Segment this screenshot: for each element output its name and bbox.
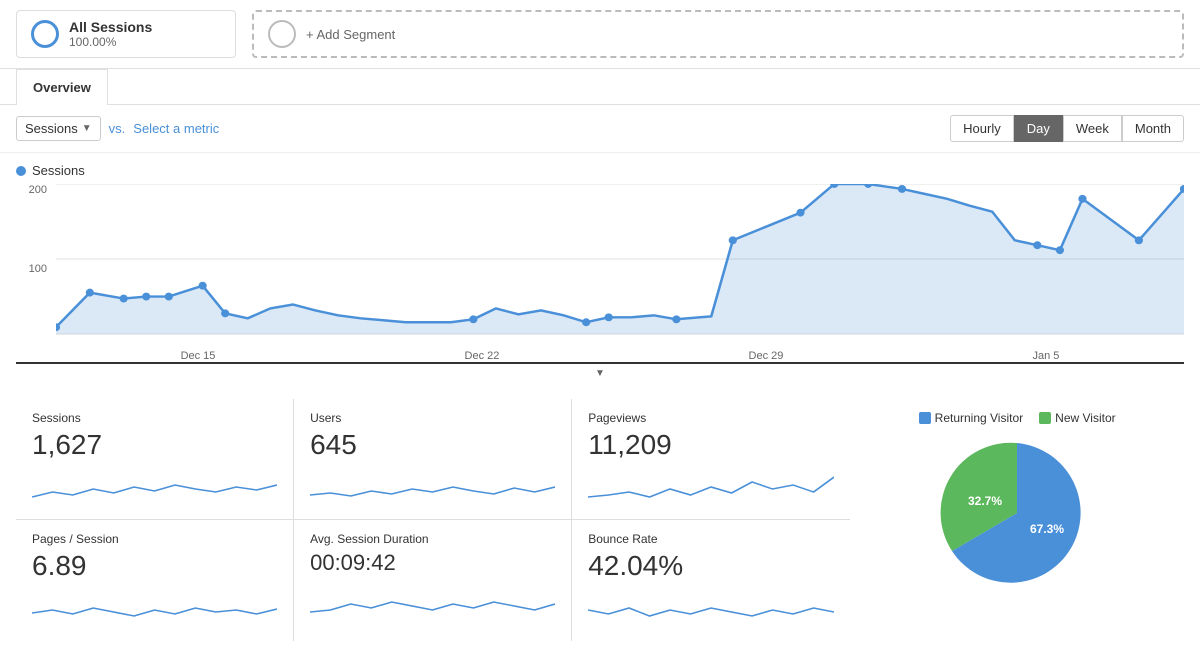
data-point <box>672 315 680 323</box>
main-chart[interactable]: 200 100 <box>16 184 1184 364</box>
legend-returning: Returning Visitor <box>919 411 1024 425</box>
metric-card-sessions: Sessions 1,627 <box>16 399 294 519</box>
metric-value-users: 645 <box>310 429 555 461</box>
chart-series-name: Sessions <box>32 163 85 178</box>
chart-area: Sessions 200 100 <box>0 153 1200 383</box>
metrics-row-top: Sessions 1,627 Users 645 Pageviews <box>16 399 850 520</box>
metrics-section: Sessions 1,627 Users 645 Pageviews <box>0 383 1200 657</box>
y-label-200: 200 <box>16 184 51 196</box>
mini-chart-sessions <box>32 467 277 507</box>
metric-value-pageviews: 11,209 <box>588 429 834 461</box>
pie-label-new: 32.7% <box>968 494 1002 508</box>
dropdown-arrow-icon: ▼ <box>82 123 92 134</box>
metric-select-dropdown[interactable]: Sessions ▼ <box>16 116 101 141</box>
metric-value-sessions: 1,627 <box>32 429 277 461</box>
metric-title-avg-duration: Avg. Session Duration <box>310 532 555 546</box>
data-point <box>221 309 229 317</box>
metric-title-pages-session: Pages / Session <box>32 532 277 546</box>
pie-chart: 67.3% 32.7% <box>927 433 1107 593</box>
time-btn-week[interactable]: Week <box>1063 115 1122 142</box>
overview-tab-bar: Overview <box>0 69 1200 105</box>
controls-row: Sessions ▼ vs. Select a metric Hourly Da… <box>0 105 1200 153</box>
chart-series-dot-icon <box>16 166 26 176</box>
all-sessions-segment[interactable]: All Sessions 100.00% <box>16 10 236 58</box>
legend-returning-label: Returning Visitor <box>935 411 1024 425</box>
mini-chart-bounce-rate <box>588 588 834 628</box>
data-point <box>1135 236 1143 244</box>
add-segment-circle-icon <box>268 20 296 48</box>
chart-svg-container <box>56 184 1184 342</box>
pie-chart-svg: 67.3% 32.7% <box>927 433 1107 593</box>
pie-chart-section: Returning Visitor New Visitor 67.3% 32.7… <box>850 399 1184 641</box>
mini-chart-avg-duration <box>310 582 555 622</box>
time-btn-hourly[interactable]: Hourly <box>950 115 1014 142</box>
chart-footer: ▼ <box>16 364 1184 383</box>
time-btn-day[interactable]: Day <box>1014 115 1063 142</box>
metric-card-pageviews: Pageviews 11,209 <box>572 399 850 519</box>
data-point <box>1056 246 1064 254</box>
data-point <box>729 236 737 244</box>
x-label-dec22: Dec 22 <box>465 350 500 362</box>
segment-name: All Sessions <box>69 19 152 35</box>
data-point <box>469 315 477 323</box>
top-bar: All Sessions 100.00% + Add Segment <box>0 0 1200 69</box>
data-point <box>142 293 150 301</box>
time-period-buttons: Hourly Day Week Month <box>950 115 1184 142</box>
data-point <box>199 282 207 290</box>
legend-dot-new-icon <box>1039 412 1051 424</box>
metric-value-pages-session: 6.89 <box>32 550 277 582</box>
legend-dot-returning-icon <box>919 412 931 424</box>
metric-title-pageviews: Pageviews <box>588 411 834 425</box>
data-point <box>1078 195 1086 203</box>
metric-card-users: Users 645 <box>294 399 572 519</box>
metric-card-bounce-rate: Bounce Rate 42.04% <box>572 520 850 641</box>
x-axis-labels: Dec 15 Dec 22 Dec 29 Jan 5 <box>56 350 1184 362</box>
x-label-jan5: Jan 5 <box>1033 350 1060 362</box>
metric-value-avg-duration: 00:09:42 <box>310 550 555 576</box>
data-point <box>605 313 613 321</box>
legend-new: New Visitor <box>1039 411 1115 425</box>
segment-percentage: 100.00% <box>69 35 152 49</box>
data-point <box>86 289 94 297</box>
data-point <box>898 185 906 193</box>
add-segment-label: + Add Segment <box>306 27 395 42</box>
line-chart-svg <box>56 184 1184 342</box>
pie-label-returning: 67.3% <box>1030 522 1064 536</box>
metric-select-value: Sessions <box>25 121 78 136</box>
x-label-dec15: Dec 15 <box>181 350 216 362</box>
vs-label: vs. <box>109 121 126 136</box>
select-metric-link[interactable]: Select a metric <box>133 121 219 136</box>
data-point <box>165 293 173 301</box>
metric-value-bounce-rate: 42.04% <box>588 550 834 582</box>
chart-series-label: Sessions <box>16 163 1184 178</box>
y-label-100: 100 <box>16 263 51 275</box>
metric-card-avg-duration: Avg. Session Duration 00:09:42 <box>294 520 572 641</box>
left-controls: Sessions ▼ vs. Select a metric <box>16 116 219 141</box>
time-btn-month[interactable]: Month <box>1122 115 1184 142</box>
mini-chart-pages-session <box>32 588 277 628</box>
data-point <box>1033 241 1041 249</box>
metric-title-bounce-rate: Bounce Rate <box>588 532 834 546</box>
data-point <box>796 209 804 217</box>
segment-circle-icon <box>31 20 59 48</box>
legend-new-label: New Visitor <box>1055 411 1115 425</box>
mini-chart-users <box>310 467 555 507</box>
data-point <box>582 318 590 326</box>
metric-card-pages-session: Pages / Session 6.89 <box>16 520 294 641</box>
add-segment-button[interactable]: + Add Segment <box>252 10 1184 58</box>
metrics-row-bottom: Pages / Session 6.89 Avg. Session Durati… <box>16 520 850 641</box>
mini-chart-pageviews <box>588 467 834 507</box>
metric-title-users: Users <box>310 411 555 425</box>
data-point <box>120 295 128 303</box>
pie-legend: Returning Visitor New Visitor <box>919 411 1116 425</box>
metrics-left-panel: Sessions 1,627 Users 645 Pageviews <box>16 399 850 641</box>
chart-expand-icon[interactable]: ▼ <box>595 368 605 379</box>
y-axis-labels: 200 100 <box>16 184 51 342</box>
segment-info: All Sessions 100.00% <box>69 19 152 49</box>
tab-overview[interactable]: Overview <box>16 69 108 105</box>
metric-title-sessions: Sessions <box>32 411 277 425</box>
x-label-dec29: Dec 29 <box>749 350 784 362</box>
